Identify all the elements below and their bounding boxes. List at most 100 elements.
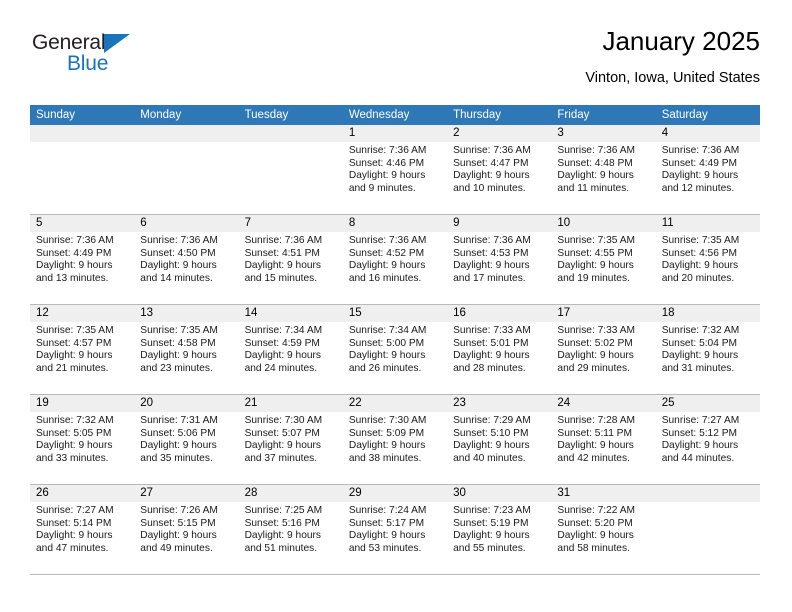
sunrise-text: Sunrise: 7:36 AM — [453, 235, 531, 246]
day-number: 2 — [447, 125, 552, 142]
calendar-day-cell[interactable]: 1 Sunrise: 7:36 AM Sunset: 4:46 PM Daylight… — [342, 125, 448, 214]
calendar-day-cell[interactable]: 22 Sunrise: 7:30 AM Sunset: 5:09 PM Dayligh… — [342, 395, 448, 484]
calendar-day-cell[interactable]: 8 Sunrise: 7:36 AM Sunset: 4:52 PM Daylight… — [342, 215, 448, 304]
sunrise-text: Sunrise: 7:25 AM — [244, 505, 323, 516]
calendar-week-row: 12 Sunrise: 7:35 AM Sunset: 4:57 PM Dayligh… — [30, 305, 760, 395]
day-sun-info: Sunrise: 7:35 AM Sunset: 4:55 PM Daylight:… — [551, 232, 655, 285]
day-number: 11 — [655, 215, 760, 232]
calendar-day-cell[interactable]: 15 Sunrise: 7:34 AM Sunset: 5:00 PM Dayligh… — [342, 305, 448, 394]
sunset-text: Sunset: 4:50 PM — [140, 247, 216, 259]
day-number: 10 — [551, 215, 656, 232]
daylight-text: Daylight: 9 hours and 20 minutes. — [661, 260, 739, 284]
day-number: 18 — [655, 305, 760, 322]
calendar-day-cell[interactable]: 16 Sunrise: 7:33 AM Sunset: 5:01 PM Dayligh… — [447, 305, 552, 394]
day-sun-info: Sunrise: 7:36 AM Sunset: 4:49 PM Daylight:… — [656, 142, 760, 195]
calendar-day-cell[interactable]: 12 Sunrise: 7:35 AM Sunset: 4:57 PM Dayligh… — [30, 305, 135, 394]
day-sun-info: Sunrise: 7:32 AM Sunset: 5:05 PM Daylight:… — [30, 412, 134, 465]
calendar-day-cell[interactable]: 21 Sunrise: 7:30 AM Sunset: 5:07 PM Dayligh… — [238, 395, 343, 484]
day-sun-info: Sunrise: 7:26 AM Sunset: 5:15 PM Daylight:… — [134, 502, 238, 555]
sunrise-text: Sunrise: 7:35 AM — [140, 325, 218, 336]
sunrise-text: Sunrise: 7:28 AM — [557, 415, 635, 426]
calendar-grid: Sunday Monday Tuesday Wednesday Thursday… — [30, 105, 760, 575]
calendar-day-cell[interactable]: 3 Sunrise: 7:36 AM Sunset: 4:48 PM Daylight… — [551, 125, 656, 214]
day-sun-info: Sunrise: 7:36 AM Sunset: 4:49 PM Daylight:… — [30, 232, 134, 285]
day-number: 8 — [342, 215, 448, 232]
logo-text-general: General — [32, 31, 106, 54]
calendar-day-cell[interactable]: 2 Sunrise: 7:36 AM Sunset: 4:47 PM Daylight… — [447, 125, 552, 214]
weekday-header-wednesday: Wednesday — [348, 109, 410, 121]
calendar-week-row: 26 Sunrise: 7:27 AM Sunset: 5:14 PM Dayligh… — [30, 485, 760, 575]
calendar-day-cell-empty — [134, 125, 239, 214]
calendar-day-cell[interactable]: 24 Sunrise: 7:28 AM Sunset: 5:11 PM Dayligh… — [551, 395, 656, 484]
calendar-day-cell[interactable]: 30 Sunrise: 7:23 AM Sunset: 5:19 PM Dayligh… — [447, 485, 552, 574]
day-sun-info: Sunrise: 7:30 AM Sunset: 5:07 PM Daylight:… — [239, 412, 343, 465]
calendar-page: General Blue January 2025 Vinton, Iowa, … — [0, 0, 792, 612]
day-sun-info: Sunrise: 7:29 AM Sunset: 5:10 PM Daylight:… — [447, 412, 551, 465]
day-sun-info: Sunrise: 7:34 AM Sunset: 4:59 PM Daylight:… — [239, 322, 343, 375]
day-number: 14 — [238, 305, 343, 322]
calendar-day-cell[interactable]: 23 Sunrise: 7:29 AM Sunset: 5:10 PM Dayligh… — [447, 395, 552, 484]
calendar-day-cell[interactable]: 19 Sunrise: 7:32 AM Sunset: 5:05 PM Dayligh… — [30, 395, 135, 484]
day-number: 7 — [238, 215, 343, 232]
daylight-text: Daylight: 9 hours and 17 minutes. — [453, 260, 530, 284]
daylight-text: Daylight: 9 hours and 9 minutes. — [348, 170, 426, 194]
sunset-text: Sunset: 5:01 PM — [453, 337, 529, 349]
sunrise-text: Sunrise: 7:33 AM — [557, 325, 635, 336]
weekday-header-friday: Friday — [557, 109, 590, 121]
calendar-day-cell[interactable]: 28 Sunrise: 7:25 AM Sunset: 5:16 PM Dayligh… — [238, 485, 343, 574]
day-number: 16 — [447, 305, 552, 322]
general-blue-logo[interactable]: General Blue — [32, 32, 162, 80]
sunrise-text: Sunrise: 7:36 AM — [36, 235, 114, 246]
sunset-text: Sunset: 5:04 PM — [661, 337, 738, 349]
daylight-text: Daylight: 9 hours and 33 minutes. — [36, 440, 113, 464]
day-sun-info: Sunrise: 7:27 AM Sunset: 5:14 PM Daylight:… — [30, 502, 134, 555]
sunrise-text: Sunrise: 7:34 AM — [348, 325, 427, 336]
calendar-day-cell[interactable]: 18 Sunrise: 7:32 AM Sunset: 5:04 PM Dayligh… — [655, 305, 760, 394]
calendar-day-cell[interactable]: 13 Sunrise: 7:35 AM Sunset: 4:58 PM Dayligh… — [134, 305, 239, 394]
calendar-day-cell-empty — [238, 125, 343, 214]
daylight-text: Daylight: 9 hours and 19 minutes. — [557, 260, 634, 284]
weekday-header-tuesday: Tuesday — [244, 109, 289, 121]
sunrise-text: Sunrise: 7:29 AM — [453, 415, 531, 426]
day-sun-info: Sunrise: 7:36 AM Sunset: 4:52 PM Daylight:… — [343, 232, 447, 285]
calendar-day-cell[interactable]: 5 Sunrise: 7:36 AM Sunset: 4:49 PM Daylight… — [30, 215, 135, 304]
day-sun-info: Sunrise: 7:36 AM Sunset: 4:51 PM Daylight:… — [239, 232, 343, 285]
day-sun-info: Sunrise: 7:27 AM Sunset: 5:12 PM Daylight:… — [656, 412, 760, 465]
calendar-day-cell[interactable]: 11 Sunrise: 7:35 AM Sunset: 4:56 PM Dayligh… — [655, 215, 760, 304]
calendar-day-cell[interactable]: 7 Sunrise: 7:36 AM Sunset: 4:51 PM Daylight… — [238, 215, 343, 304]
sunset-text: Sunset: 5:00 PM — [348, 337, 425, 349]
day-sun-info: Sunrise: 7:30 AM Sunset: 5:09 PM Daylight:… — [343, 412, 447, 465]
calendar-day-cell[interactable]: 4 Sunrise: 7:36 AM Sunset: 4:49 PM Daylight… — [655, 125, 760, 214]
daylight-text: Daylight: 9 hours and 24 minutes. — [244, 350, 322, 374]
calendar-day-cell[interactable]: 25 Sunrise: 7:27 AM Sunset: 5:12 PM Dayligh… — [655, 395, 760, 484]
calendar-day-cell[interactable]: 29 Sunrise: 7:24 AM Sunset: 5:17 PM Dayligh… — [342, 485, 448, 574]
calendar-day-cell[interactable]: 31 Sunrise: 7:22 AM Sunset: 5:20 PM Dayligh… — [551, 485, 656, 574]
day-number: 5 — [30, 215, 135, 232]
sunset-text: Sunset: 5:15 PM — [140, 517, 216, 529]
calendar-day-cell[interactable]: 17 Sunrise: 7:33 AM Sunset: 5:02 PM Dayligh… — [551, 305, 656, 394]
sunrise-text: Sunrise: 7:35 AM — [557, 235, 635, 246]
calendar-day-cell[interactable]: 27 Sunrise: 7:26 AM Sunset: 5:15 PM Dayligh… — [134, 485, 239, 574]
day-number: 3 — [551, 125, 656, 142]
daylight-text: Daylight: 9 hours and 35 minutes. — [140, 440, 217, 464]
day-sun-info: Sunrise: 7:28 AM Sunset: 5:11 PM Daylight:… — [551, 412, 655, 465]
calendar-day-cell[interactable]: 20 Sunrise: 7:31 AM Sunset: 5:06 PM Dayligh… — [134, 395, 239, 484]
calendar-day-cell[interactable]: 14 Sunrise: 7:34 AM Sunset: 4:59 PM Dayligh… — [238, 305, 343, 394]
daylight-text: Daylight: 9 hours and 49 minutes. — [140, 530, 217, 554]
day-sun-info: Sunrise: 7:33 AM Sunset: 5:02 PM Daylight:… — [551, 322, 655, 375]
calendar-day-cell[interactable]: 9 Sunrise: 7:36 AM Sunset: 4:53 PM Daylight… — [447, 215, 552, 304]
weekday-header-monday: Monday — [140, 109, 182, 121]
calendar-day-cell[interactable]: 10 Sunrise: 7:35 AM Sunset: 4:55 PM Dayligh… — [551, 215, 656, 304]
sunrise-text: Sunrise: 7:36 AM — [661, 145, 740, 156]
sunset-text: Sunset: 5:07 PM — [244, 427, 320, 439]
calendar-week-row: 5 Sunrise: 7:36 AM Sunset: 4:49 PM Daylight… — [30, 215, 760, 305]
calendar-day-cell[interactable]: 6 Sunrise: 7:36 AM Sunset: 4:50 PM Daylight… — [134, 215, 239, 304]
sunset-text: Sunset: 4:57 PM — [36, 337, 112, 349]
day-sun-info: Sunrise: 7:36 AM Sunset: 4:46 PM Daylight:… — [343, 142, 447, 195]
daylight-text: Daylight: 9 hours and 16 minutes. — [348, 260, 426, 284]
calendar-week-row: 1 Sunrise: 7:36 AM Sunset: 4:46 PM Daylight… — [30, 125, 760, 215]
daylight-text: Daylight: 9 hours and 58 minutes. — [557, 530, 634, 554]
calendar-day-cell[interactable]: 26 Sunrise: 7:27 AM Sunset: 5:14 PM Dayligh… — [30, 485, 135, 574]
sunrise-text: Sunrise: 7:27 AM — [661, 415, 740, 426]
day-sun-info: Sunrise: 7:36 AM Sunset: 4:50 PM Daylight:… — [134, 232, 238, 285]
